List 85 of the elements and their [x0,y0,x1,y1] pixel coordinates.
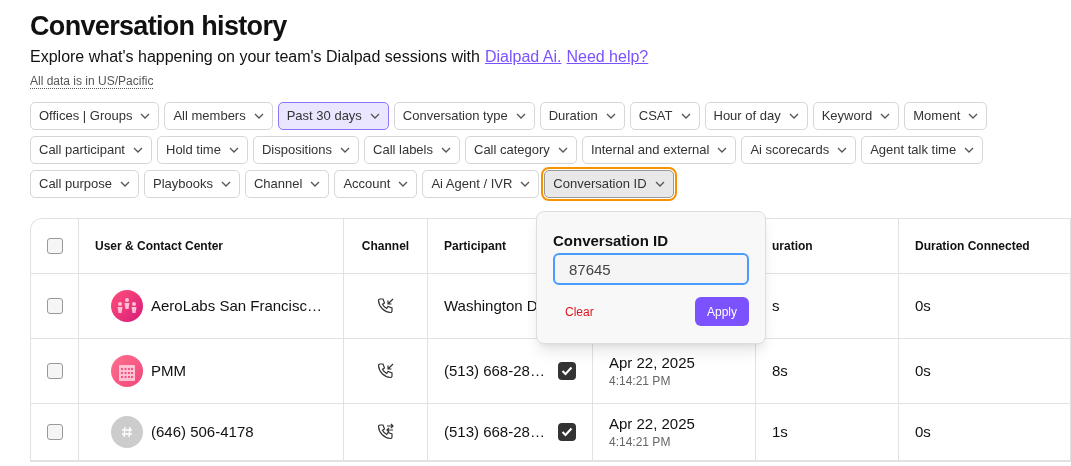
building-avatar-icon [111,355,143,387]
filter-chip[interactable]: Call purpose [30,170,139,198]
filter-chip[interactable]: Offices | Groups [30,102,160,130]
contact-name: PMM [151,360,186,381]
chevron-down-icon [680,113,691,119]
chevron-down-icon [133,147,143,153]
chevron-down-icon [398,181,409,187]
filter-chip[interactable]: Duration [539,102,625,130]
filter-chip[interactable]: Ai scorecards [741,136,857,164]
chevron-down-icon [968,113,979,119]
checkbox[interactable] [46,298,63,314]
column-header: Participant [444,238,506,255]
chevron-down-icon [880,113,891,119]
link[interactable]: Need help? [566,46,649,68]
filter-chip[interactable]: Call labels [364,136,460,164]
filter-chip[interactable]: Call participant [30,136,152,164]
participant-text: (513) 668-28… [444,360,545,381]
clear-button[interactable]: Clear [553,297,606,326]
filter-chip[interactable]: Keyword [812,102,900,130]
group-avatar-icon [111,290,143,322]
filter-chip[interactable]: CSAT [629,102,700,130]
duration-text: 8s [772,360,788,381]
participant-text: (513) 668-28… [444,421,545,442]
chevron-down-icon [557,147,568,153]
column-header: Duration Connected [915,238,1030,255]
date-text: Apr 22, 2025 [609,353,695,373]
timezone-note: All data is in US/Pacific [30,74,154,89]
filter-chip[interactable]: Dispositions [252,136,359,164]
filter-chip[interactable]: Internal and external [581,136,737,164]
chevron-down-icon [605,113,616,119]
checkbox[interactable] [46,238,63,254]
duration-connected-text: 0s [915,295,931,316]
incoming-call-icon [376,297,395,315]
date-text: Apr 22, 2025 [609,414,695,434]
chevron-down-icon [964,147,975,153]
time-text: 4:14:21 PM [609,434,671,450]
subtitle: Explore what's happening on your team's Dialpad sessions with [30,47,480,67]
filter-chip[interactable]: Moment [904,102,988,130]
chevron-down-icon [221,181,231,187]
link[interactable]: Dialpad Ai. [484,46,562,68]
chevron-down-icon [253,113,264,119]
filter-chip[interactable]: Hold time [157,136,248,164]
filter-chip[interactable]: Conversation type [393,102,535,130]
checkbox[interactable] [46,424,63,440]
chevron-down-icon [140,113,151,119]
filter-chip[interactable]: Call category [465,136,577,164]
column-header: uration [772,238,813,255]
chevron-down-icon [788,113,799,119]
hash-avatar-icon [111,416,143,448]
column-header: Channel [361,238,410,255]
filter-chip[interactable]: Conversation ID [544,170,674,198]
filter-chip[interactable]: Ai Agent / IVR [422,170,540,198]
chevron-down-icon [369,113,380,119]
chevron-down-icon [340,147,350,153]
chevron-down-icon [654,181,665,187]
contact-name: AeroLabs San Francisc… [151,295,322,316]
chevron-down-icon [515,113,526,119]
duration-connected-text: 0s [915,360,931,381]
filter-chip[interactable]: Past 30 days [277,102,389,130]
apply-button[interactable]: Apply [694,297,749,326]
filter-chip[interactable]: Channel [245,170,330,198]
chevron-down-icon [310,181,321,187]
page-title: Conversation history [30,10,288,42]
incoming-call-icon [376,362,395,380]
filter-chip[interactable]: Agent talk time [861,136,984,164]
chevron-down-icon [441,147,451,153]
duration-connected-text: 0s [915,421,931,442]
time-text: 4:14:21 PM [609,373,671,389]
duration-text: s [772,295,780,316]
filter-chip[interactable]: All members [164,102,273,130]
chevron-down-icon [228,147,239,153]
popover-title: Conversation ID [553,231,670,251]
chevron-down-icon [717,147,728,153]
call-transfer-icon [376,423,395,441]
filter-chip[interactable]: Hour of day [704,102,808,130]
column-header: User & Contact Center [95,238,224,255]
checkbox[interactable] [46,363,63,379]
chevron-down-icon [520,181,531,187]
filter-chip[interactable]: Account [334,170,418,198]
contact-name: (646) 506-4178 [151,421,254,442]
duration-text: 1s [772,421,788,442]
filter-chip[interactable]: Playbooks [144,170,240,198]
chevron-down-icon [837,147,848,153]
chevron-down-icon [120,181,130,187]
input-field[interactable]: 87645 [553,253,749,285]
